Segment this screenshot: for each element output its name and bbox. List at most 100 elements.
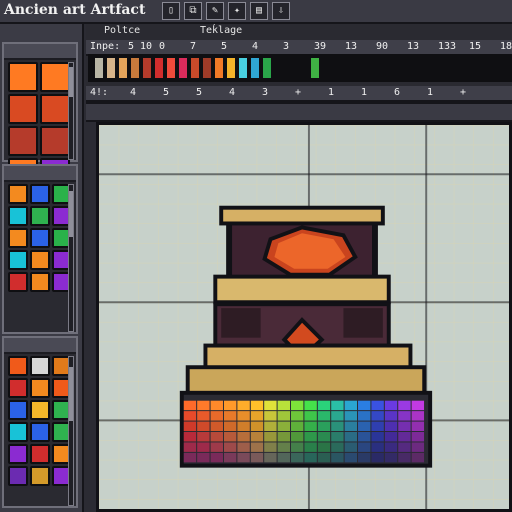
palette-swatch[interactable] xyxy=(202,57,212,79)
artifact-color-cell xyxy=(183,400,197,411)
palette-swatch[interactable] xyxy=(142,57,152,79)
tile-crystal[interactable] xyxy=(8,422,28,442)
tile-ruby[interactable] xyxy=(30,444,50,464)
palette-swatch[interactable] xyxy=(286,57,296,79)
tile-skull[interactable] xyxy=(30,356,50,376)
palette-swatch[interactable] xyxy=(130,57,140,79)
palette-swatch[interactable] xyxy=(478,57,488,79)
palette-swatch[interactable] xyxy=(106,57,116,79)
artifact-color-cell xyxy=(384,452,398,463)
tile-shard-orange[interactable] xyxy=(30,378,50,398)
palette-swatch[interactable] xyxy=(166,57,176,79)
gem-cyan[interactable] xyxy=(8,206,28,226)
tile-fire[interactable] xyxy=(8,356,28,376)
artifact-color-cell xyxy=(250,411,264,421)
palette-swatch[interactable] xyxy=(418,57,428,79)
palette-swatch[interactable] xyxy=(334,57,344,79)
mirror-icon[interactable]: ⧉ xyxy=(184,2,202,20)
gem-red[interactable] xyxy=(8,272,28,292)
tile-sapphire[interactable] xyxy=(8,400,28,420)
artifact-color-cell xyxy=(384,411,398,421)
artifact-color-cell xyxy=(183,442,197,452)
row2-value: 1 xyxy=(427,87,434,98)
artifact-color-cell xyxy=(358,452,371,463)
artifact-color-cell xyxy=(264,432,277,442)
palette-swatch[interactable] xyxy=(190,57,200,79)
tile-rune-1[interactable] xyxy=(8,62,38,92)
palette-swatch[interactable] xyxy=(154,57,164,79)
palette-swatch[interactable] xyxy=(454,57,464,79)
palette-swatch[interactable] xyxy=(370,57,380,79)
palette-swatch[interactable] xyxy=(178,57,188,79)
item-panel-scroll-thumb[interactable] xyxy=(69,367,73,421)
tile-rune-2[interactable] xyxy=(40,62,70,92)
row2-value: 4 xyxy=(229,87,236,98)
tile-panel xyxy=(2,42,78,188)
gem-blue-2[interactable] xyxy=(30,228,50,248)
tile-purple[interactable] xyxy=(8,466,28,486)
palette-swatch[interactable] xyxy=(238,57,248,79)
palette-swatch[interactable] xyxy=(94,57,104,79)
row1-value: 7 xyxy=(190,41,197,52)
artifact-color-cell xyxy=(331,411,344,421)
palette-swatch[interactable] xyxy=(274,57,284,79)
tile-shard-red[interactable] xyxy=(8,378,28,398)
row2-value: + xyxy=(295,87,302,98)
artifact-color-cell xyxy=(411,411,425,421)
palette-swatch[interactable] xyxy=(322,57,332,79)
artifact-color-cell xyxy=(411,432,425,442)
gem-panel-scrollbar[interactable] xyxy=(68,184,74,332)
tile-panel-scrollbar[interactable] xyxy=(68,62,74,160)
magic-wand-icon[interactable]: ✦ xyxy=(228,2,246,20)
palette-swatch[interactable] xyxy=(298,57,308,79)
tile-rune-5[interactable] xyxy=(8,126,38,156)
palette-swatch[interactable] xyxy=(466,57,476,79)
artifact-color-cell xyxy=(237,442,250,452)
gem-panel xyxy=(2,164,78,334)
gem-orange-4[interactable] xyxy=(30,272,50,292)
row1-value: 13 xyxy=(407,41,420,52)
tile-panel-scroll-thumb[interactable] xyxy=(69,67,73,97)
pencil-icon[interactable]: ✎ xyxy=(206,2,224,20)
gem-blue[interactable] xyxy=(30,184,50,204)
artifact-color-cell xyxy=(331,442,344,452)
palette-swatch[interactable] xyxy=(346,57,356,79)
tile-gold[interactable] xyxy=(30,466,50,486)
tile-topaz[interactable] xyxy=(30,400,50,420)
layers-icon[interactable]: ▤ xyxy=(250,2,268,20)
tile-orb[interactable] xyxy=(30,422,50,442)
artifact-color-cell xyxy=(317,400,331,411)
export-icon[interactable]: ⇩ xyxy=(272,2,290,20)
palette-swatch[interactable] xyxy=(406,57,416,79)
page-icon[interactable]: ▯ xyxy=(162,2,180,20)
palette-swatch[interactable] xyxy=(118,57,128,79)
item-panel xyxy=(2,336,78,508)
gem-orange-3[interactable] xyxy=(30,250,50,270)
tile-rune-6[interactable] xyxy=(40,126,70,156)
palette-swatch[interactable] xyxy=(250,57,260,79)
item-panel-scrollbar[interactable] xyxy=(68,356,74,506)
tile-rune-4[interactable] xyxy=(40,94,70,124)
palette-swatch[interactable] xyxy=(442,57,452,79)
artifact-color-cell xyxy=(411,442,425,452)
palette-swatch[interactable] xyxy=(214,57,224,79)
gem-cyan-2[interactable] xyxy=(8,250,28,270)
gem-orange[interactable] xyxy=(8,184,28,204)
artifact-color-cell xyxy=(197,400,210,411)
gem-orange-2[interactable] xyxy=(8,228,28,248)
palette-swatch[interactable] xyxy=(382,57,392,79)
pixel-canvas[interactable] xyxy=(96,122,512,512)
artifact-color-cell xyxy=(210,400,223,411)
tile-amethyst[interactable] xyxy=(8,444,28,464)
artifact-color-cell xyxy=(264,452,277,463)
palette-swatch[interactable] xyxy=(358,57,368,79)
palette-swatch[interactable] xyxy=(394,57,404,79)
palette-swatch[interactable] xyxy=(226,57,236,79)
palette-swatch[interactable] xyxy=(430,57,440,79)
palette-swatch[interactable] xyxy=(262,57,272,79)
gem-panel-scroll-thumb[interactable] xyxy=(69,191,73,237)
gem-green-2[interactable] xyxy=(30,206,50,226)
artifact-color-cell xyxy=(237,421,250,432)
tile-rune-3[interactable] xyxy=(8,94,38,124)
palette-swatch[interactable] xyxy=(310,57,320,79)
